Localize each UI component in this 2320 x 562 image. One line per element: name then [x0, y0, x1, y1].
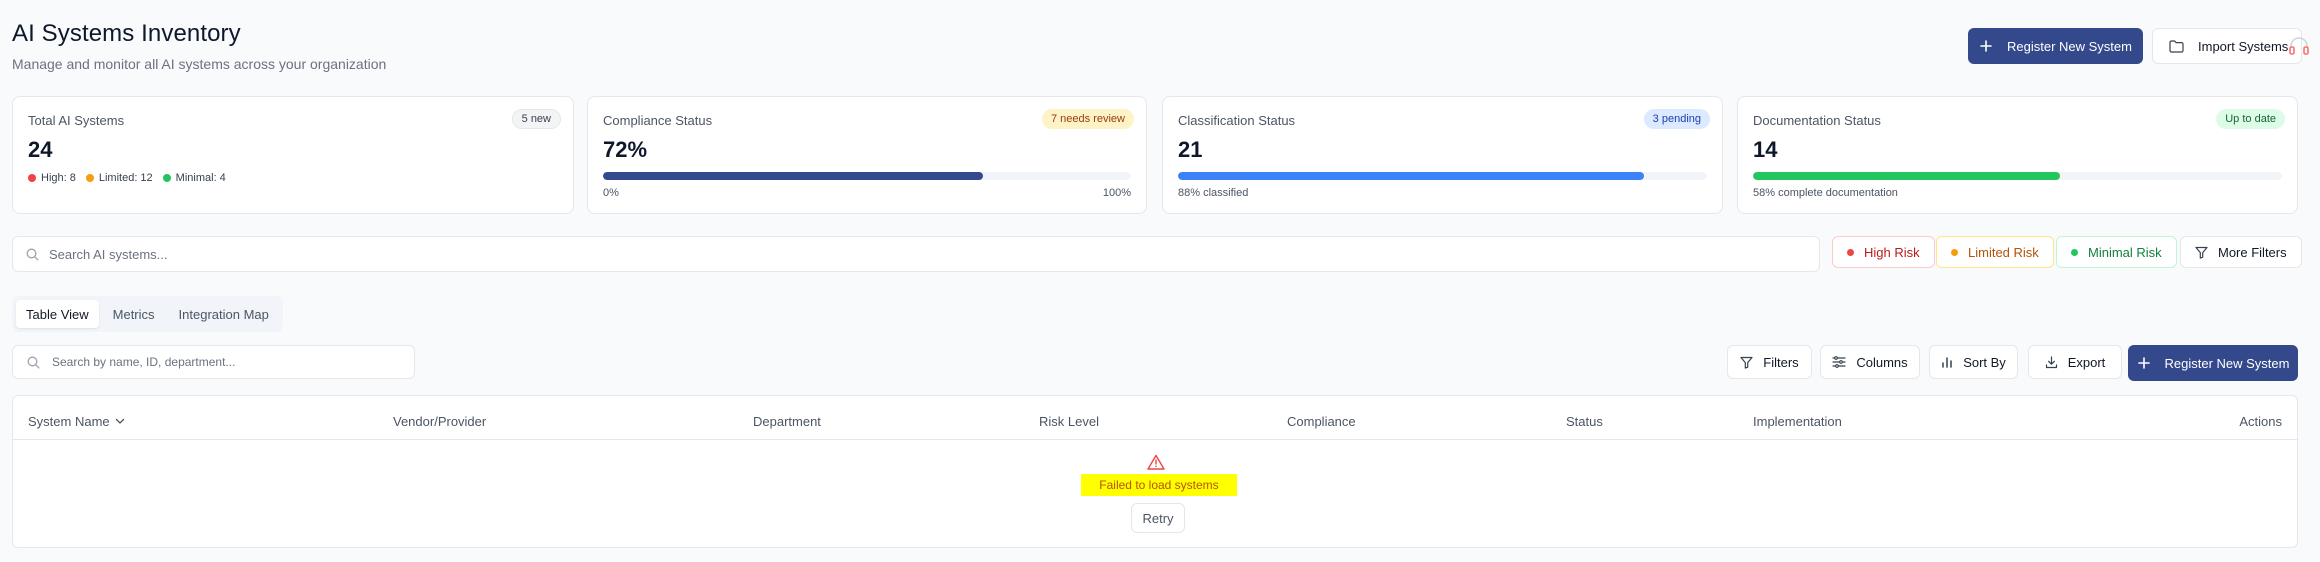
table-search-input[interactable]: Search by name, ID, department...: [12, 345, 415, 379]
column-header-vendor: Vendor/Provider: [393, 414, 487, 429]
chevron-down-icon: [115, 418, 125, 425]
column-header-compliance: Compliance: [1287, 414, 1356, 429]
filter-icon: [1740, 356, 1753, 369]
tab-metrics[interactable]: Metrics: [103, 300, 165, 328]
classification-value: 21: [1178, 137, 1203, 162]
column-header-actions: Actions: [2239, 414, 2282, 429]
more-filters-label: More Filters: [2218, 244, 2287, 260]
total-systems-card: Total AI Systems 5 new 24 High: 8 Limite…: [12, 96, 574, 214]
minimal-risk-label: Minimal Risk: [2088, 244, 2162, 260]
error-message: Failed to load systems: [1081, 474, 1237, 496]
export-label: Export: [2067, 354, 2106, 370]
table-header-row: System Name Vendor/Provider Department R…: [13, 396, 2297, 440]
column-header-status: Status: [1566, 414, 1603, 429]
compliance-progress-fill: [603, 172, 984, 180]
search-icon: [27, 356, 40, 369]
limited-dot-icon: [85, 174, 94, 183]
more-filters-button[interactable]: More Filters: [2180, 236, 2302, 268]
compliance-value: 72%: [603, 137, 648, 162]
warning-triangle-icon: [1147, 454, 1165, 470]
high-dot-icon: [28, 174, 36, 183]
table-search-placeholder: Search by name, ID, department...: [52, 355, 236, 369]
high-risk-count: High: 8: [28, 172, 76, 184]
search-placeholder: Search AI systems...: [49, 246, 168, 262]
limited-risk-dot-icon: [1951, 248, 1958, 256]
needs-review-badge: 7 needs review: [1042, 109, 1134, 129]
high-risk-filter[interactable]: High Risk: [1832, 236, 1935, 268]
minimal-risk-dot-icon: [2071, 248, 2078, 256]
column-header-department: Department: [753, 414, 821, 429]
headset-icon[interactable]: [2288, 36, 2310, 56]
plus-icon: [2137, 356, 2151, 370]
table-register-label: Register New System: [2164, 355, 2290, 371]
filters-label: Filters: [1763, 354, 1799, 370]
documentation-progress: [1753, 172, 2282, 180]
view-tabs: Table View Metrics Integration Map: [12, 296, 283, 332]
ai-systems-search-input[interactable]: Search AI systems...: [12, 236, 1820, 272]
filter-icon: [2195, 246, 2208, 259]
total-systems-value: 24: [28, 137, 53, 162]
new-systems-badge: 5 new: [511, 109, 561, 129]
plus-icon: [1979, 39, 1993, 53]
import-button-label: Import Systems: [2198, 38, 2289, 54]
high-risk-label: High Risk: [1864, 244, 1920, 260]
page-subtitle: Manage and monitor all AI systems across…: [12, 56, 387, 72]
documentation-caption: 58% complete documentation: [1753, 187, 1898, 199]
columns-label: Columns: [1856, 354, 1908, 370]
card-label: Total AI Systems: [28, 113, 125, 128]
tab-integration-map[interactable]: Integration Map: [169, 300, 279, 328]
table-register-new-system-button[interactable]: Register New System: [2128, 345, 2298, 381]
sort-by-button[interactable]: Sort By: [1929, 345, 2018, 379]
up-to-date-badge: Up to date: [2216, 109, 2285, 129]
export-button[interactable]: Export: [2028, 345, 2122, 379]
download-icon: [2045, 355, 2058, 369]
page-title: AI Systems Inventory: [12, 20, 241, 47]
import-systems-button[interactable]: Import Systems: [2152, 28, 2302, 64]
minimal-dot-icon: [162, 174, 171, 183]
progress-max-label: 100%: [1102, 187, 1131, 199]
systems-table: System Name Vendor/Provider Department R…: [12, 395, 2298, 548]
folder-icon: [2169, 39, 2184, 53]
register-button-label: Register New System: [2007, 38, 2132, 54]
limited-risk-count: Limited: 12: [85, 172, 153, 184]
card-label: Classification Status: [1178, 113, 1296, 128]
columns-icon: [1832, 356, 1846, 368]
card-label: Documentation Status: [1753, 113, 1881, 128]
classification-caption: 88% classified: [1178, 187, 1249, 199]
column-header-risk-level: Risk Level: [1039, 414, 1099, 429]
classification-progress: [1178, 172, 1707, 180]
high-risk-dot-icon: [1847, 248, 1854, 256]
classification-status-card: Classification Status 3 pending 21 88% c…: [1162, 96, 1723, 214]
progress-min-label: 0%: [603, 187, 619, 199]
pending-badge: 3 pending: [1643, 109, 1710, 129]
risk-breakdown: High: 8 Limited: 12 Minimal: 4: [28, 172, 226, 184]
minimal-risk-filter[interactable]: Minimal Risk: [2056, 236, 2177, 268]
tab-table-view[interactable]: Table View: [16, 300, 99, 328]
documentation-progress-fill: [1753, 172, 2060, 180]
compliance-progress: [603, 172, 1131, 180]
documentation-status-card: Documentation Status Up to date 14 58% c…: [1737, 96, 2298, 214]
column-header-implementation: Implementation: [1753, 414, 1842, 429]
column-header-system-name[interactable]: System Name: [28, 414, 125, 429]
search-icon: [26, 248, 39, 261]
columns-button[interactable]: Columns: [1820, 345, 1920, 379]
classification-progress-fill: [1178, 172, 1644, 180]
documentation-value: 14: [1753, 137, 1778, 162]
filters-button[interactable]: Filters: [1727, 345, 1812, 379]
compliance-status-card: Compliance Status 7 needs review 72% 0% …: [587, 96, 1147, 214]
sort-by-label: Sort By: [1963, 354, 2006, 370]
bar-chart-icon: [1941, 356, 1953, 368]
limited-risk-filter[interactable]: Limited Risk: [1936, 236, 2054, 268]
register-new-system-button[interactable]: Register New System: [1968, 28, 2143, 64]
minimal-risk-count: Minimal: 4: [162, 172, 226, 184]
limited-risk-label: Limited Risk: [1968, 244, 2039, 260]
retry-button[interactable]: Retry: [1131, 503, 1185, 533]
card-label: Compliance Status: [603, 113, 713, 128]
